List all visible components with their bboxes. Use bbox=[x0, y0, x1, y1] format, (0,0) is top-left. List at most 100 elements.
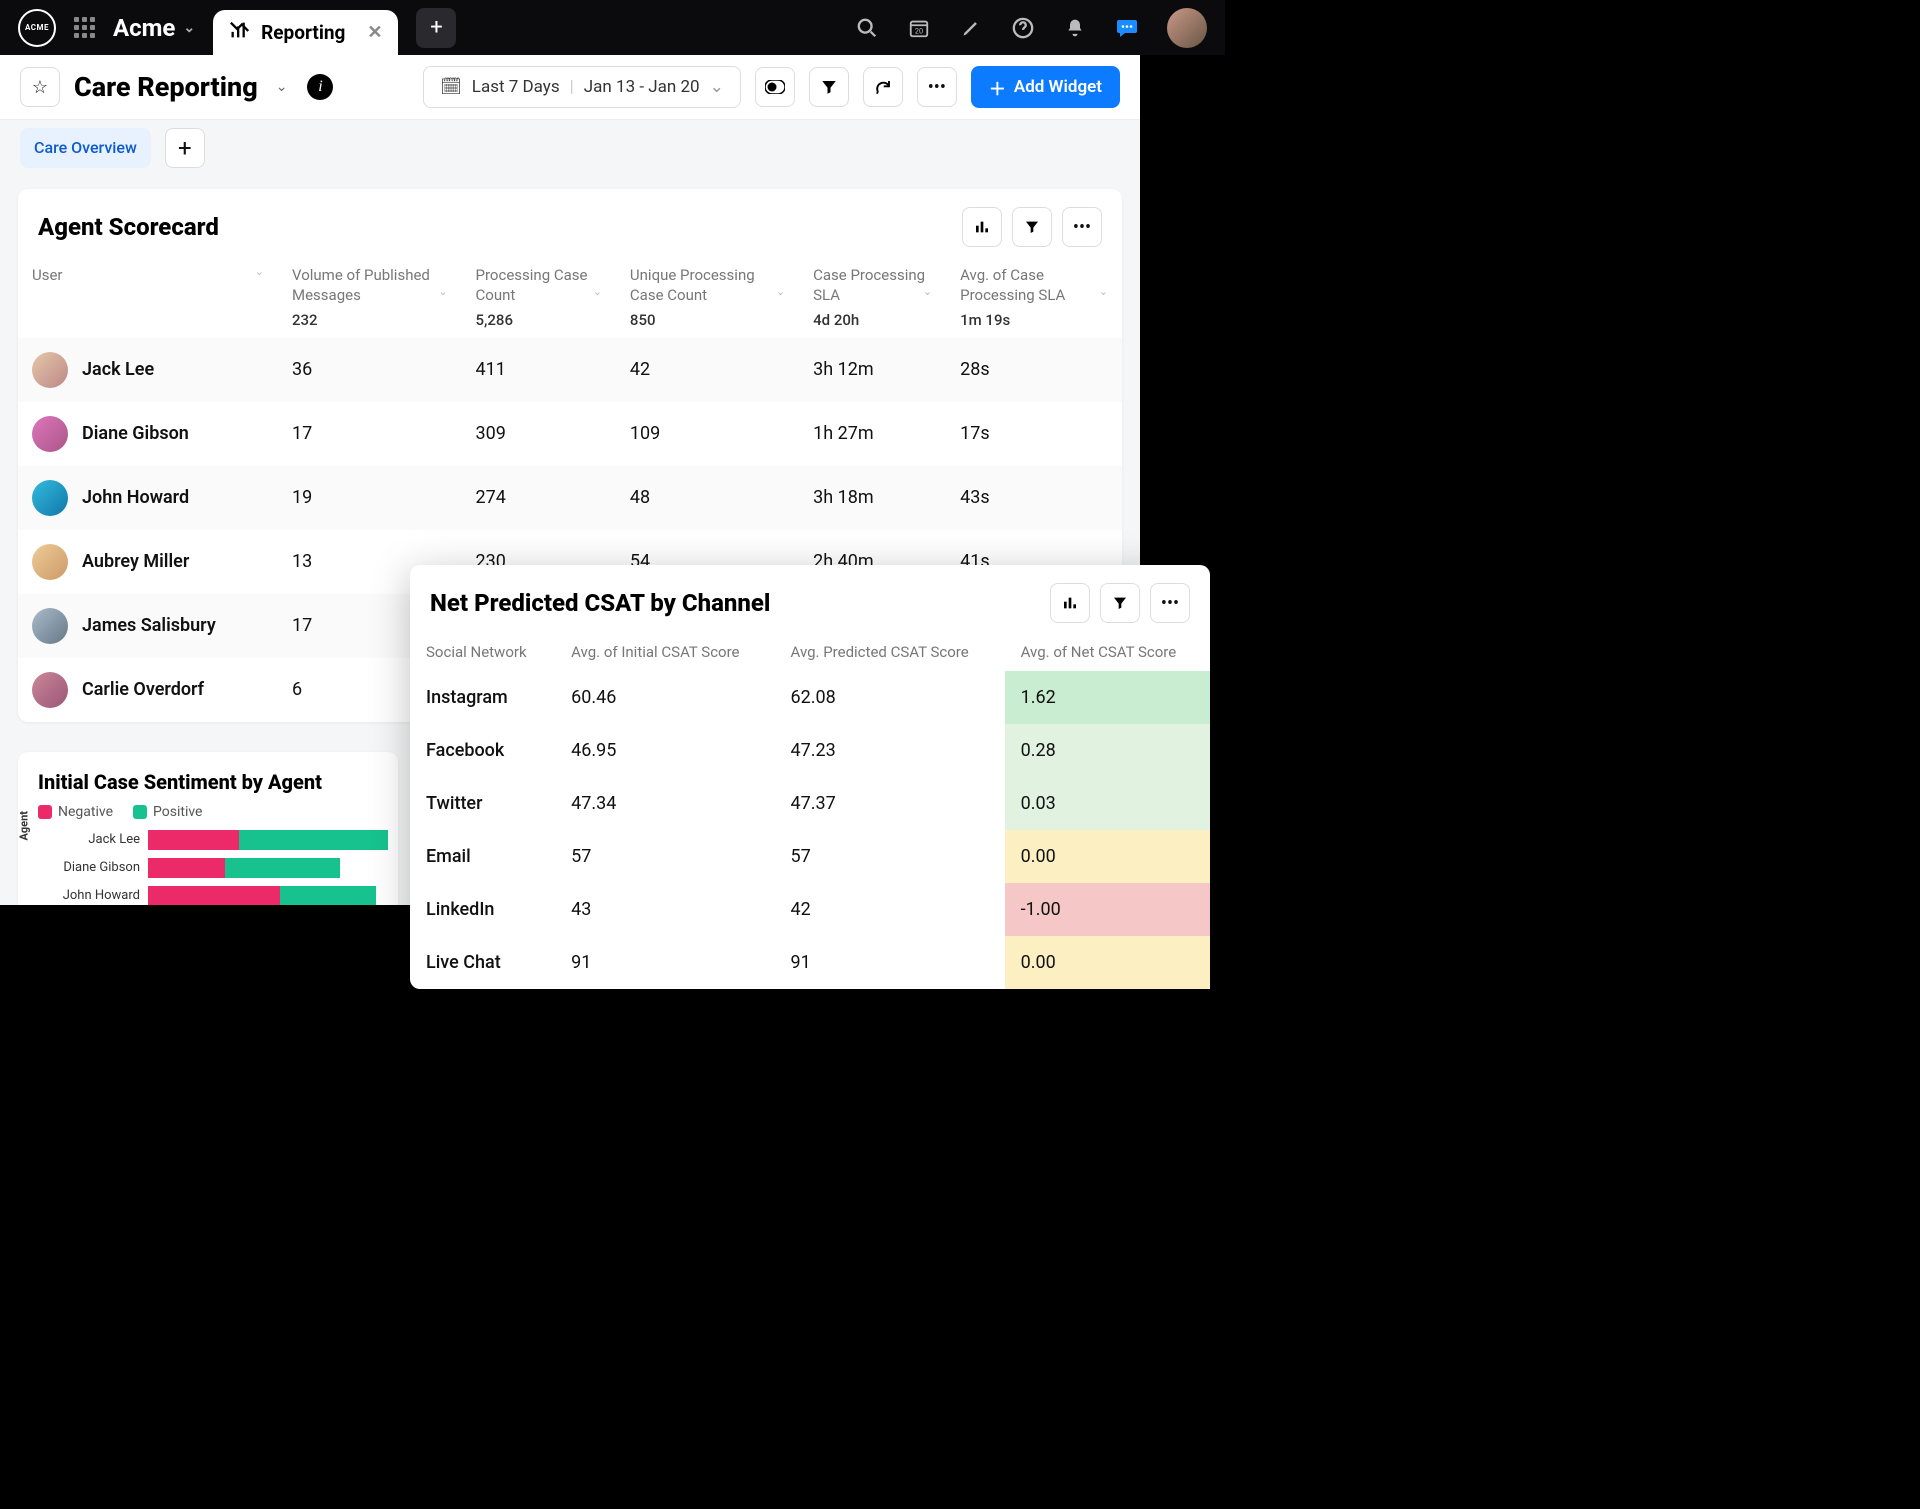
theme-toggle[interactable] bbox=[755, 67, 795, 107]
table-row[interactable]: Live Chat91910.00 bbox=[410, 936, 1210, 989]
chevron-down-icon: ⌄ bbox=[710, 77, 724, 97]
net-score-cell: -1.00 bbox=[1005, 883, 1210, 936]
sentiment-chart: Jack LeeDiane GibsonJohn HowardAubrey Mi… bbox=[18, 826, 398, 905]
chart-row: Jack Lee bbox=[28, 826, 388, 854]
legend-swatch-positive bbox=[133, 805, 147, 819]
bar-segment-negative bbox=[148, 830, 239, 850]
sort-icon[interactable]: ⌄ bbox=[776, 285, 785, 300]
sort-icon[interactable]: ⌄ bbox=[923, 285, 932, 300]
chat-icon[interactable] bbox=[1115, 16, 1139, 40]
more-button[interactable]: ••• bbox=[917, 67, 957, 107]
y-axis-label: Agent bbox=[18, 811, 31, 841]
chart-row: John Howard bbox=[28, 882, 388, 905]
topbar: ACME Acme ⌄ Reporting ✕ + 20 bbox=[0, 0, 1225, 55]
sort-icon[interactable]: ⌄ bbox=[255, 265, 264, 280]
chart-category-label: Jack Lee bbox=[28, 832, 148, 847]
user-name: Carlie Overdorf bbox=[82, 679, 204, 700]
chart-view-button[interactable] bbox=[962, 207, 1002, 247]
add-widget-label: Add Widget bbox=[1014, 77, 1102, 97]
bar-segment-positive bbox=[225, 858, 340, 878]
avatar bbox=[32, 608, 68, 644]
chart-category-label: Diane Gibson bbox=[28, 860, 148, 875]
net-score-cell: 1.62 bbox=[1005, 671, 1210, 724]
sort-icon[interactable]: ⌄ bbox=[438, 285, 447, 300]
info-icon[interactable]: i bbox=[307, 74, 333, 100]
chart-row: Diane Gibson bbox=[28, 854, 388, 882]
table-row[interactable]: Jack Lee36411423h 12m28s bbox=[18, 338, 1122, 402]
chart-category-label: John Howard bbox=[28, 888, 148, 903]
calendar-icon[interactable]: 20 bbox=[907, 16, 931, 40]
bell-icon[interactable] bbox=[1063, 16, 1087, 40]
channel-name: Twitter bbox=[410, 777, 555, 830]
workspace-switcher[interactable]: Acme ⌄ bbox=[113, 14, 195, 42]
sort-icon[interactable]: ⌄ bbox=[1099, 285, 1108, 300]
user-name: Jack Lee bbox=[82, 359, 154, 380]
channel-name: Instagram bbox=[410, 671, 555, 724]
add-tab-button[interactable]: + bbox=[416, 8, 456, 48]
app-launcher-icon[interactable] bbox=[74, 17, 95, 38]
table-row[interactable]: Twitter47.3447.370.03 bbox=[410, 777, 1210, 830]
table-row[interactable]: Diane Gibson173091091h 27m17s bbox=[18, 402, 1122, 466]
plus-icon: ＋ bbox=[989, 75, 1006, 100]
table-row[interactable]: Email57570.00 bbox=[410, 830, 1210, 883]
user-name: John Howard bbox=[82, 487, 189, 508]
user-name: Aubrey Miller bbox=[82, 551, 189, 572]
channel-name: Email bbox=[410, 830, 555, 883]
close-icon[interactable]: ✕ bbox=[367, 22, 382, 43]
add-widget-button[interactable]: ＋ Add Widget bbox=[971, 66, 1120, 108]
table-row[interactable]: Instagram60.4662.081.62 bbox=[410, 671, 1210, 724]
csat-chart-button[interactable] bbox=[1050, 583, 1090, 623]
help-icon[interactable] bbox=[1011, 16, 1035, 40]
csat-title: Net Predicted CSAT by Channel bbox=[430, 589, 770, 617]
csat-filter-button[interactable] bbox=[1100, 583, 1140, 623]
user-name: James Salisbury bbox=[82, 615, 216, 636]
compose-icon[interactable] bbox=[959, 16, 983, 40]
tab-label: Reporting bbox=[261, 21, 345, 44]
chevron-down-icon: ⌄ bbox=[183, 20, 195, 36]
avatar bbox=[32, 352, 68, 388]
user-avatar[interactable] bbox=[1167, 8, 1207, 48]
table-row[interactable]: John Howard19274483h 18m43s bbox=[18, 466, 1122, 530]
legend-swatch-negative bbox=[38, 805, 52, 819]
sort-icon[interactable]: ⌄ bbox=[593, 285, 602, 300]
avatar bbox=[32, 544, 68, 580]
subtabs: Care Overview + bbox=[0, 120, 1140, 175]
net-score-cell: 0.00 bbox=[1005, 830, 1210, 883]
csat-card: Net Predicted CSAT by Channel ••• Social… bbox=[410, 565, 1210, 989]
csat-table: Social Network Avg. of Initial CSAT Scor… bbox=[410, 633, 1210, 989]
table-row[interactable]: LinkedIn4342-1.00 bbox=[410, 883, 1210, 936]
card-more-button[interactable]: ••• bbox=[1062, 207, 1102, 247]
workspace-name: Acme bbox=[113, 14, 175, 42]
calendar-icon: 🗓 bbox=[440, 77, 462, 97]
bar-segment-negative bbox=[148, 858, 225, 878]
avatar bbox=[32, 416, 68, 452]
channel-name: Live Chat bbox=[410, 936, 555, 989]
sentiment-title: Initial Case Sentiment by Agent bbox=[38, 770, 322, 794]
channel-name: Facebook bbox=[410, 724, 555, 777]
favorite-button[interactable]: ☆ bbox=[20, 67, 60, 107]
add-subtab-button[interactable]: + bbox=[165, 128, 205, 168]
logo[interactable]: ACME bbox=[18, 9, 56, 47]
sentiment-card: Initial Case Sentiment by Agent Negative… bbox=[18, 752, 398, 905]
net-score-cell: 0.00 bbox=[1005, 936, 1210, 989]
filter-button[interactable] bbox=[809, 67, 849, 107]
date-range-picker[interactable]: 🗓 Last 7 Days | Jan 13 - Jan 20 ⌄ bbox=[423, 66, 741, 108]
toolbar: ☆ Care Reporting ⌄ i 🗓 Last 7 Days | Jan… bbox=[0, 55, 1140, 120]
tab-reporting[interactable]: Reporting ✕ bbox=[213, 10, 398, 56]
csat-more-button[interactable]: ••• bbox=[1150, 583, 1190, 623]
channel-name: LinkedIn bbox=[410, 883, 555, 936]
bar-segment-negative bbox=[148, 886, 280, 905]
title-dropdown[interactable]: ⌄ bbox=[276, 79, 288, 95]
card-title: Agent Scorecard bbox=[38, 213, 219, 241]
net-score-cell: 0.03 bbox=[1005, 777, 1210, 830]
tab-care-overview[interactable]: Care Overview bbox=[20, 128, 151, 168]
search-icon[interactable] bbox=[855, 16, 879, 40]
bar-segment-positive bbox=[280, 886, 376, 905]
chart-bars-icon bbox=[229, 19, 251, 46]
avatar bbox=[32, 480, 68, 516]
table-row[interactable]: Facebook46.9547.230.28 bbox=[410, 724, 1210, 777]
refresh-button[interactable] bbox=[863, 67, 903, 107]
card-filter-button[interactable] bbox=[1012, 207, 1052, 247]
page-title: Care Reporting bbox=[74, 71, 258, 103]
date-range-label: Jan 13 - Jan 20 bbox=[584, 77, 700, 97]
